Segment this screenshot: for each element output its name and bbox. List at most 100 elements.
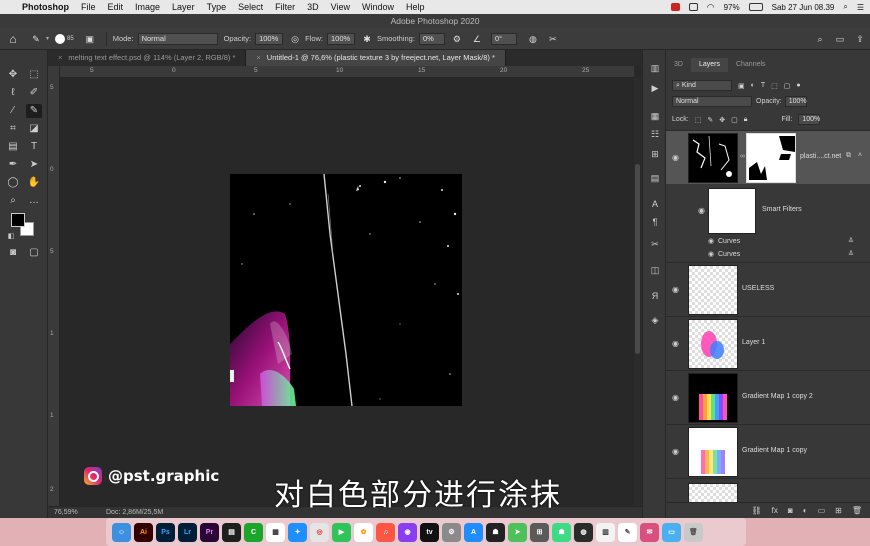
scroll-thumb[interactable] [635, 164, 640, 354]
hand-tool-icon[interactable]: ✋ [26, 176, 42, 190]
display-icon[interactable] [688, 3, 698, 11]
eye-icon[interactable]: ◉ [672, 339, 682, 349]
document-canvas[interactable] [230, 174, 462, 406]
pixel-filter-icon[interactable]: ▣ [738, 82, 745, 90]
textedit-icon[interactable]: ✎ [618, 522, 637, 542]
layer-mask-thumbnail[interactable] [746, 133, 796, 183]
menu-window[interactable]: Window [362, 2, 394, 12]
eye-icon[interactable]: ◉ [672, 153, 682, 163]
menu-layer[interactable]: Layer [172, 2, 195, 12]
opacity-field[interactable]: 100% [255, 32, 284, 45]
green-app-icon[interactable]: C [244, 522, 263, 542]
eye-icon[interactable]: ◉ [672, 393, 682, 403]
tv-icon[interactable]: tv [420, 522, 439, 542]
chrome-icon[interactable]: ◎ [310, 522, 329, 542]
eye-icon[interactable]: ◉ [708, 250, 718, 260]
android-icon[interactable]: ☗ [552, 522, 571, 542]
tool-preset-chevron-icon[interactable]: ▾ [46, 35, 49, 42]
shape-filter-icon[interactable]: ⬚ [771, 82, 778, 90]
character-icon[interactable]: A [649, 198, 661, 210]
screen-mode-icon[interactable]: ▢ [26, 246, 42, 260]
type-filter-icon[interactable]: T [761, 82, 765, 89]
layer-row[interactable]: ◉ ∞ plasti....ct.net ⧉ ˄ [666, 130, 870, 184]
media-encoder-icon[interactable]: ▤ [222, 522, 241, 542]
layer-name[interactable]: Gradient Map 1 copy 2 [742, 393, 813, 400]
maps-icon[interactable]: ➤ [508, 522, 527, 542]
pressure-size-icon[interactable]: ◍ [527, 33, 539, 45]
share-icon[interactable]: ⇪ [854, 33, 866, 45]
blend-mode-select[interactable]: Normal [672, 96, 752, 107]
add-mask-icon[interactable]: ◙ [788, 506, 793, 515]
lock-image-icon[interactable]: ✎ [707, 116, 713, 124]
quick-mask-icon[interactable]: ◙ [5, 246, 21, 260]
zoom-tool-icon[interactable]: ⌕ [5, 194, 21, 208]
system-prefs-icon[interactable]: ⚙ [442, 522, 461, 542]
tab-untitled-1[interactable]: × Untitled-1 @ 76,6% (plastic texture 3 b… [246, 50, 506, 66]
crop-tool-icon[interactable]: ⌗ [5, 122, 21, 136]
play-actions-icon[interactable]: ▶ [649, 82, 661, 94]
layer-opacity-field[interactable]: 100% [784, 96, 807, 107]
wifi-icon[interactable]: ◠ [707, 2, 715, 13]
filter-toggle-icon[interactable]: ● [796, 82, 800, 89]
close-icon[interactable]: × [256, 53, 260, 62]
mode-select[interactable]: Normal [137, 32, 218, 45]
filter-options-icon[interactable]: ≚ [848, 250, 854, 258]
libraries-icon[interactable]: ⊞ [649, 148, 661, 160]
lightroom-icon[interactable]: Lr [178, 522, 197, 542]
layer-row[interactable] [666, 478, 870, 503]
finder-icon[interactable]: ☺ [112, 522, 131, 542]
smart-filter-icon[interactable]: ▢ [784, 82, 791, 90]
menu-type[interactable]: Type [207, 2, 227, 12]
layer-name[interactable]: Layer 1 [742, 339, 765, 346]
link-layers-icon[interactable]: ⛓ [752, 506, 762, 515]
clock[interactable]: Sab 27 Jun 08.39 [772, 3, 835, 12]
eye-icon[interactable]: ◉ [672, 447, 682, 457]
gear-icon[interactable]: ⚙ [451, 33, 463, 45]
filter-mask-thumbnail[interactable] [708, 188, 756, 234]
lock-all-icon[interactable]: 🔒︎ [744, 116, 748, 124]
menu-help[interactable]: Help [406, 2, 425, 12]
brushes-icon[interactable]: Я [649, 290, 661, 302]
facetime-icon[interactable]: ▶ [332, 522, 351, 542]
trash-icon[interactable]: 🗑︎ [852, 506, 862, 515]
gradient-tool-icon[interactable]: ▤ [5, 140, 21, 154]
eraser-tool-icon[interactable]: ◪ [26, 122, 42, 136]
menu-3d[interactable]: 3D [307, 2, 319, 12]
trash-icon[interactable]: 🗑︎ [684, 522, 703, 542]
adjustments-icon[interactable]: ▦ [649, 110, 661, 122]
brush-tool-icon[interactable]: ✎ [30, 33, 42, 45]
tab-melting-text[interactable]: × melting text effect.psd @ 114% (Layer 2… [48, 50, 247, 66]
type-tool-icon[interactable]: T [26, 140, 42, 154]
layer-name[interactable]: Gradient Map 1 copy [742, 447, 807, 454]
angle-field[interactable]: 0° [490, 32, 517, 45]
search-icon[interactable]: ⌕ [843, 2, 847, 12]
close-icon[interactable]: × [58, 53, 62, 62]
kind-filter-select[interactable]: ⌕ Kind [672, 80, 732, 91]
marquee-tool-icon[interactable]: ⬚ [26, 68, 42, 82]
tab-3d[interactable]: 3D [666, 58, 691, 72]
paragraph-icon[interactable]: ¶ [649, 216, 661, 228]
podcasts-icon[interactable]: ◉ [398, 522, 417, 542]
more-tools-icon[interactable]: … [26, 194, 42, 208]
illustrator-icon[interactable]: Ai [134, 522, 153, 542]
photos-icon[interactable]: ✿ [354, 522, 373, 542]
new-layer-icon[interactable]: ⊞ [835, 506, 842, 515]
brush-tool-icon[interactable]: ✎ [26, 104, 42, 118]
menu-filter[interactable]: Filter [275, 2, 295, 12]
layer-row[interactable]: ◉ Gradient Map 1 copy 2 [666, 370, 870, 424]
calendar-icon[interactable]: ▦ [266, 522, 285, 542]
filter-row[interactable]: ◉ Curves ≚ [666, 249, 870, 262]
layer-name[interactable]: USELESS [742, 285, 774, 292]
workspace-icon[interactable]: ▭ [834, 33, 846, 45]
folder-icon[interactable]: ▭ [662, 522, 681, 542]
lock-position-icon[interactable]: ✥ [719, 116, 725, 124]
menu-file[interactable]: File [81, 2, 96, 12]
photoshop-icon[interactable]: Ps [156, 522, 175, 542]
filter-options-icon[interactable]: ≚ [848, 237, 854, 245]
app-store-icon[interactable]: A [464, 522, 483, 542]
control-center-icon[interactable]: ☰ [857, 3, 864, 12]
eyedropper-icon[interactable]: ⁄ [5, 104, 21, 118]
launchpad-icon[interactable]: ⊞ [530, 522, 549, 542]
lasso-tool-icon[interactable]: ℓ [5, 86, 21, 100]
properties-icon[interactable]: ☷ [649, 128, 661, 140]
